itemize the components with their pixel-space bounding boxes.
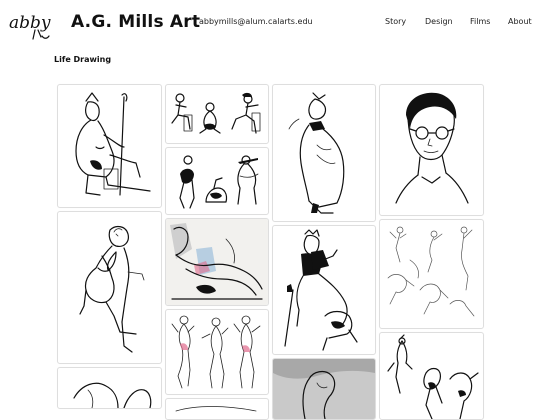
svg-text:abby: abby — [9, 13, 51, 33]
site-title[interactable]: A.G. Mills Art — [71, 12, 200, 32]
gallery-thumbnail-seated-figure-with-staff[interactable] — [57, 84, 162, 208]
gesture-figures-drawing — [171, 315, 261, 389]
leaning-figure-drawing — [79, 225, 145, 353]
gallery-thumbnail-reclining-figure-sketch[interactable] — [165, 398, 269, 420]
gallery-thumbnail-light-gesture-poses[interactable] — [379, 219, 484, 329]
email-link[interactable]: abbymills@alum.calarts.edu — [199, 17, 313, 26]
gallery-thumbnail-portrait-with-glasses[interactable] — [379, 84, 484, 216]
gallery-thumbnail-seated-costumed-figure-2[interactable] — [272, 225, 376, 355]
crouching-figure-drawing — [73, 382, 152, 408]
nav-story[interactable]: Story — [385, 17, 406, 26]
site-header: abby A.G. Mills Art abbymills@alum.calar… — [0, 0, 540, 48]
seated-figure-drawing — [75, 92, 151, 196]
nav-films[interactable]: Films — [470, 17, 490, 26]
gallery-thumbnail-cloaked-figure-profile[interactable] — [272, 84, 376, 222]
gallery-thumbnail-group-of-seated-figures[interactable] — [165, 84, 269, 144]
gallery-thumbnail-figures-with-bags[interactable] — [165, 147, 269, 215]
reclining-sketch-drawing — [175, 406, 257, 412]
light-gesture-drawing — [387, 226, 475, 317]
gallery-thumbnail-seated-costumed-figure[interactable] — [57, 211, 162, 364]
portrait-with-glasses-drawing — [395, 92, 469, 204]
gallery-thumbnail-crouching-figure-study[interactable] — [57, 367, 162, 409]
nav-design[interactable]: Design — [425, 17, 453, 26]
reclining-figures-color-drawing — [166, 219, 268, 305]
nav-about[interactable]: About — [508, 17, 532, 26]
costumed-seated-drawing — [284, 229, 358, 351]
dynamic-figures-drawing — [387, 334, 479, 419]
section-title: Life Drawing — [54, 55, 112, 64]
grey-tone-figure-drawing — [273, 359, 375, 419]
seated-group-drawing — [171, 92, 261, 134]
abby-logo[interactable]: abby — [8, 6, 52, 42]
gallery-thumbnail-dynamic-figure-poses[interactable] — [379, 332, 484, 420]
cloaked-figure-drawing — [288, 92, 345, 214]
gallery-thumbnail-grey-tone-figure[interactable] — [272, 358, 376, 420]
gallery-thumbnail-reclining-figures-color[interactable] — [165, 218, 269, 306]
figures-with-bags-drawing — [179, 155, 259, 209]
gallery-thumbnail-gesture-figure-studies[interactable] — [165, 309, 269, 395]
